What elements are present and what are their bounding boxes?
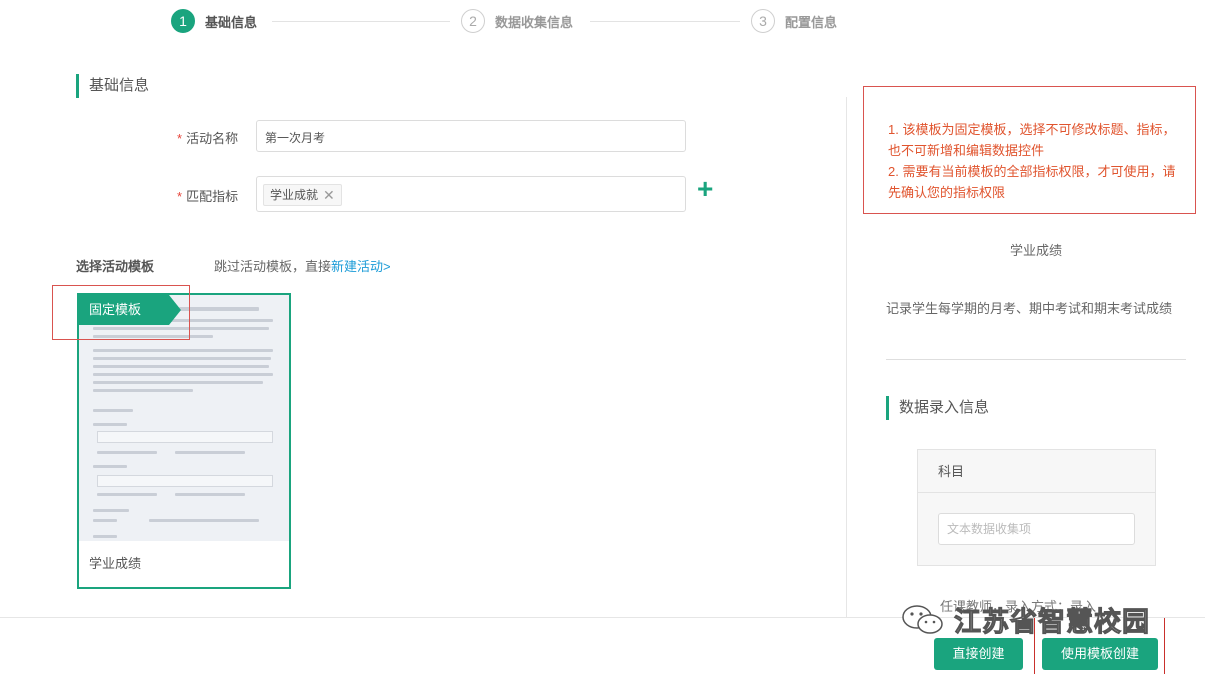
panel-divider <box>846 97 847 617</box>
required-mark: * <box>177 131 183 146</box>
annotation-line <box>1034 618 1035 674</box>
template-create-button[interactable]: 使用模板创建 <box>1042 638 1158 670</box>
detail-divider <box>886 359 1186 360</box>
step-3: 3 配置信息 <box>751 9 837 33</box>
close-icon[interactable]: ✕ <box>323 185 335 205</box>
subject-field-preview: 科目 文本数据收集项 <box>917 449 1156 566</box>
step-2: 2 数据收集信息 <box>461 9 573 33</box>
indicator-label-text: 匹配指标 <box>186 189 239 204</box>
step-3-label: 配置信息 <box>785 14 838 30</box>
skip-template-text: 跳过活动模板，直接新建活动> <box>214 256 391 275</box>
template-notice: 1. 该模板为固定模板，选择不可修改标题、指标，也不可新增和编辑数据控件 2. … <box>863 86 1196 214</box>
step-1-label: 基础信息 <box>205 14 258 30</box>
basic-info-title: 基础信息 <box>76 74 149 98</box>
template-card-name: 学业成绩 <box>89 556 142 571</box>
activity-name-input[interactable]: 第一次月考 <box>256 120 686 152</box>
indicator-label: * 匹配指标 <box>177 186 238 205</box>
activity-name-label-text: 活动名称 <box>186 131 239 146</box>
template-description: 记录学生每学期的月考、期中考试和期末考试成绩 <box>886 301 1173 316</box>
notice-line-2: 2. 需要有当前模板的全部指标权限，才可使用，请先确认您的指标权限 <box>888 164 1176 200</box>
data-entry-section-title: 数据录入信息 <box>886 396 989 420</box>
step-connector <box>590 21 740 22</box>
indicator-tag: 学业成就 ✕ <box>263 184 342 206</box>
annotation-highlight <box>52 285 190 340</box>
stepper: 1 基础信息 2 数据收集信息 3 配置信息 <box>0 0 1205 42</box>
wechat-icon <box>902 604 943 634</box>
watermark: 江苏省智慧校园 <box>900 600 1150 639</box>
activity-name-label: * 活动名称 <box>177 128 238 147</box>
annotation-line <box>1164 618 1165 674</box>
watermark-text: 江苏省智慧校园 <box>954 607 1150 638</box>
indicator-tag-label: 学业成就 <box>270 188 319 202</box>
step-2-label: 数据收集信息 <box>495 14 574 30</box>
direct-create-button[interactable]: 直接创建 <box>934 638 1023 670</box>
activity-name-value: 第一次月考 <box>265 131 326 145</box>
step-3-number: 3 <box>751 9 775 33</box>
subject-text-input[interactable]: 文本数据收集项 <box>938 513 1135 545</box>
step-2-number: 2 <box>461 9 485 33</box>
step-connector <box>272 21 450 22</box>
required-mark: * <box>177 189 183 204</box>
indicator-select[interactable]: 学业成就 ✕ <box>256 176 686 212</box>
add-indicator-icon[interactable]: + <box>697 174 713 204</box>
notice-line-1: 1. 该模板为固定模板，选择不可修改标题、指标，也不可新增和编辑数据控件 <box>888 122 1176 158</box>
choose-template-label: 选择活动模板 <box>76 259 155 274</box>
step-1-number: 1 <box>171 9 195 33</box>
skip-template-prefix: 跳过活动模板，直接 <box>214 259 332 274</box>
new-activity-link[interactable]: 新建活动> <box>331 259 391 274</box>
template-detail-title: 学业成绩 <box>1009 243 1062 258</box>
subject-label: 科目 <box>918 450 1155 493</box>
step-1: 1 基础信息 <box>171 9 257 33</box>
